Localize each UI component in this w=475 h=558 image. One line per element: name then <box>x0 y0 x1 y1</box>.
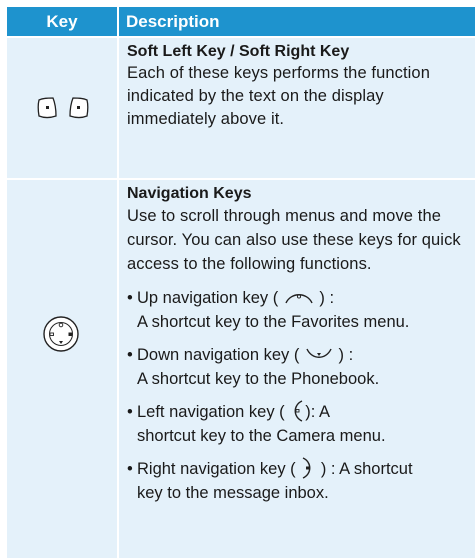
down-navigation-suffix: ) : <box>333 346 354 364</box>
row-text-navigation: Use to scroll through menus and move the… <box>127 207 461 273</box>
soft-keys-icon <box>37 97 89 119</box>
row-title-navigation: Navigation Keys <box>127 185 252 202</box>
description-cell-navigation: Navigation Keys Use to scroll through me… <box>119 180 475 558</box>
left-navigation-label: Left navigation key ( <box>137 403 290 421</box>
right-navigation-detail: key to the message inbox. <box>137 484 329 502</box>
soft-right-key-icon <box>69 97 89 119</box>
list-item-right-navigation: • Right navigation key ( ) : A shortcut … <box>127 457 469 505</box>
left-navigation-key-icon <box>294 400 303 422</box>
right-navigation-key-icon <box>302 457 311 479</box>
list-item-down-navigation: • Down navigation key ( ) : A shortcut k… <box>127 346 380 388</box>
row-text-soft-keys: Each of these keys performs the function… <box>127 64 430 128</box>
up-navigation-detail: A shortcut key to the Favorites menu. <box>137 313 410 331</box>
down-navigation-key-icon <box>306 348 332 358</box>
left-navigation-detail: shortcut key to the Camera menu. <box>137 427 386 445</box>
description-cell-soft-keys: Soft Left Key / Soft Right Key Each of t… <box>119 38 475 178</box>
soft-left-key-icon <box>37 97 57 119</box>
table-header-row: Key Description <box>7 7 475 36</box>
key-cell-navigation <box>7 180 117 558</box>
left-navigation-suffix: ): A <box>305 403 331 421</box>
right-navigation-label: Right navigation key ( <box>137 460 301 478</box>
up-navigation-label: Up navigation key ( <box>137 289 283 307</box>
down-navigation-label: Down navigation key ( <box>137 346 304 364</box>
down-navigation-detail: A shortcut key to the Phonebook. <box>137 370 380 388</box>
list-item-up-navigation: • Up navigation key ( ) : A shortcut key… <box>127 289 410 331</box>
row-title-soft-keys: Soft Left Key / Soft Right Key <box>127 43 350 60</box>
header-key: Key <box>7 7 117 36</box>
up-navigation-key-icon <box>285 293 313 303</box>
header-description: Description <box>119 7 475 36</box>
key-description-table: Key Description Soft Left Key / Soft Rig… <box>7 0 475 558</box>
right-navigation-suffix: ) : A shortcut <box>316 460 413 478</box>
list-item-left-navigation: • Left navigation key ( ): A shortcut ke… <box>127 400 469 448</box>
key-cell-soft-keys <box>7 38 117 178</box>
navigation-key-icon <box>43 316 79 352</box>
up-navigation-suffix: ) : <box>314 289 335 307</box>
